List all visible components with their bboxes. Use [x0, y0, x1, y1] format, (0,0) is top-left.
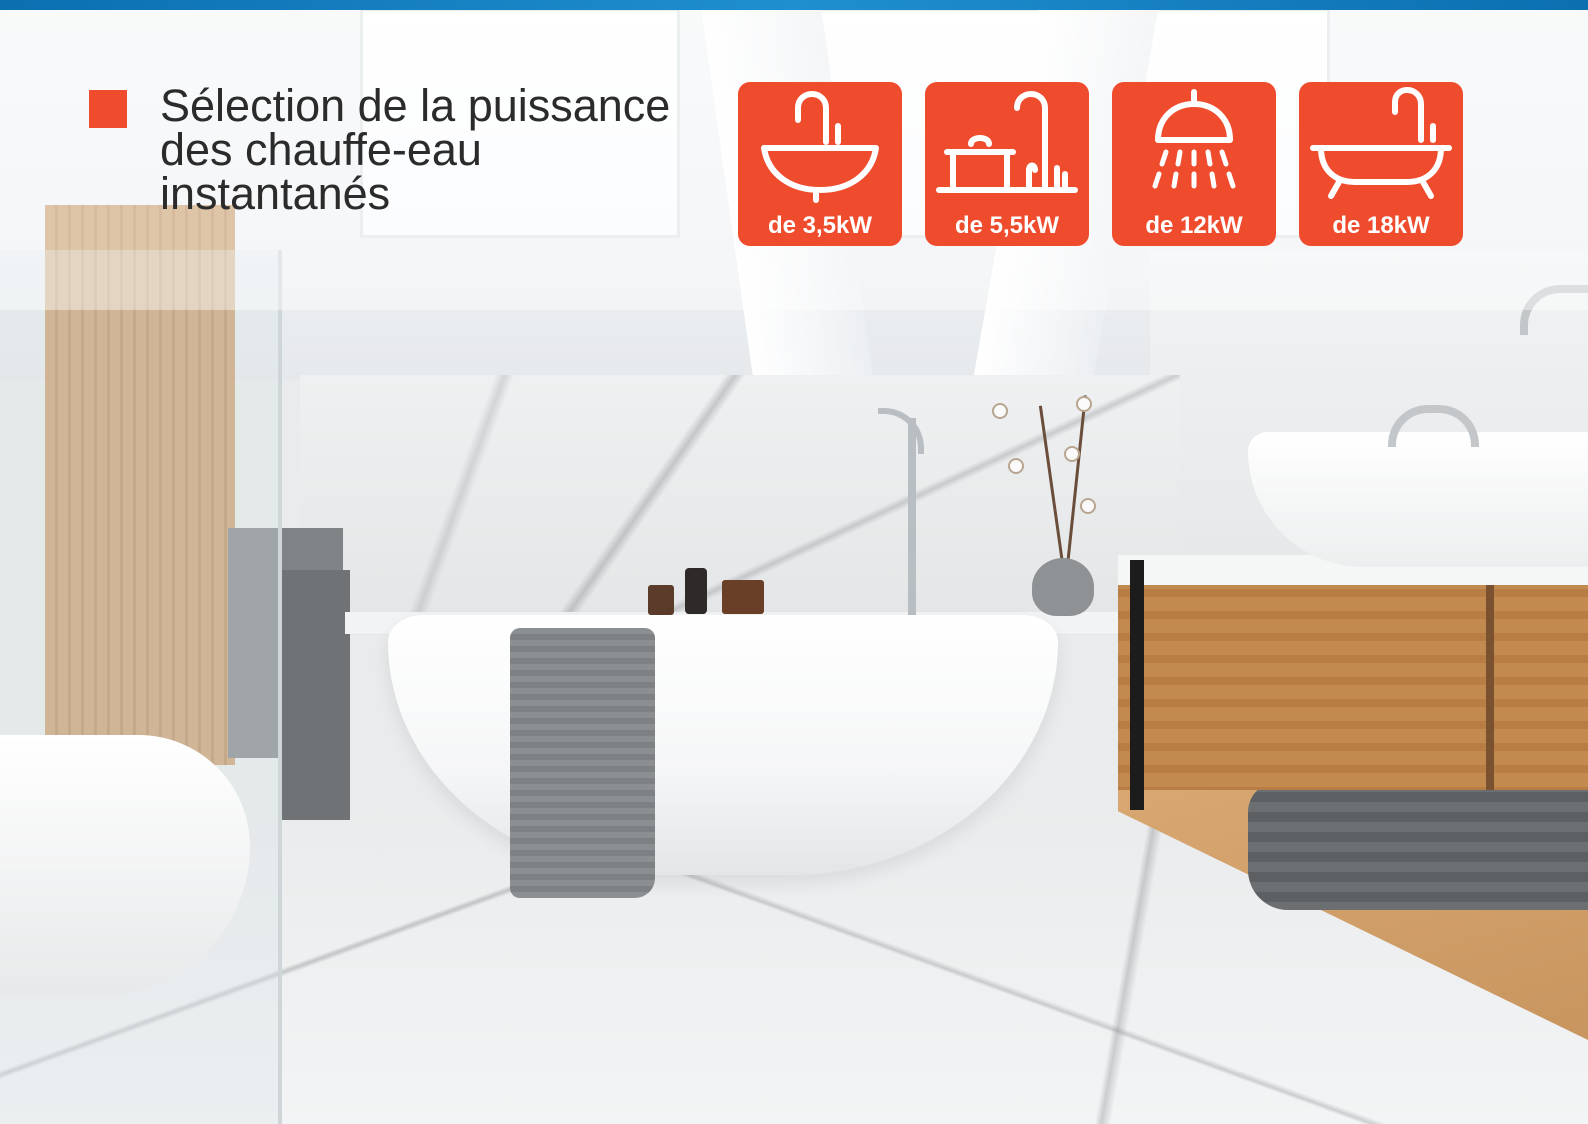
- candle-jar: [648, 585, 674, 615]
- shower-head-icon: [1152, 89, 1236, 189]
- vanity-leg: [1130, 560, 1144, 810]
- badge-label: de 3,5kW: [767, 212, 873, 239]
- power-badge-18kw: de 18kW: [1299, 82, 1463, 246]
- cotton-flower: [1078, 398, 1090, 410]
- faucet-pipe: [908, 418, 916, 618]
- bath-faucet: [878, 408, 948, 618]
- power-badge-3-5kw: de 3,5kW: [738, 82, 902, 246]
- reed-diffuser: [685, 568, 707, 614]
- cotton-flower: [1066, 448, 1078, 460]
- cotton-flower: [1010, 460, 1022, 472]
- vase: [1032, 558, 1094, 616]
- badge-label: de 5,5kW: [954, 212, 1060, 239]
- faucet-spout: [878, 408, 924, 454]
- power-badge-12kw: de 12kW: [1112, 82, 1276, 246]
- vessel-sink: [1248, 432, 1588, 567]
- draped-towel: [510, 628, 655, 898]
- power-badge-5-5kw: de 5,5kW: [925, 82, 1089, 246]
- page-title: Sélection de la puissance des chauffe-ea…: [160, 80, 671, 219]
- folded-towels: [1248, 782, 1588, 910]
- title-bullet-square: [89, 90, 127, 128]
- top-accent-bar: [0, 0, 1588, 10]
- badge-label: de 12kW: [1145, 212, 1243, 239]
- vanity-drawer-gap: [1486, 575, 1494, 790]
- hanging-towel: [280, 570, 350, 820]
- bathtub-icon: [1310, 87, 1452, 199]
- kitchen-sink-pot-icon: [936, 91, 1078, 193]
- washbasin-icon: [761, 91, 879, 203]
- badge-label: de 18kW: [1332, 212, 1430, 239]
- cotton-flower: [994, 405, 1006, 417]
- cotton-flower: [1082, 500, 1094, 512]
- candle-jar: [722, 580, 764, 614]
- wood-vanity: [1118, 575, 1588, 790]
